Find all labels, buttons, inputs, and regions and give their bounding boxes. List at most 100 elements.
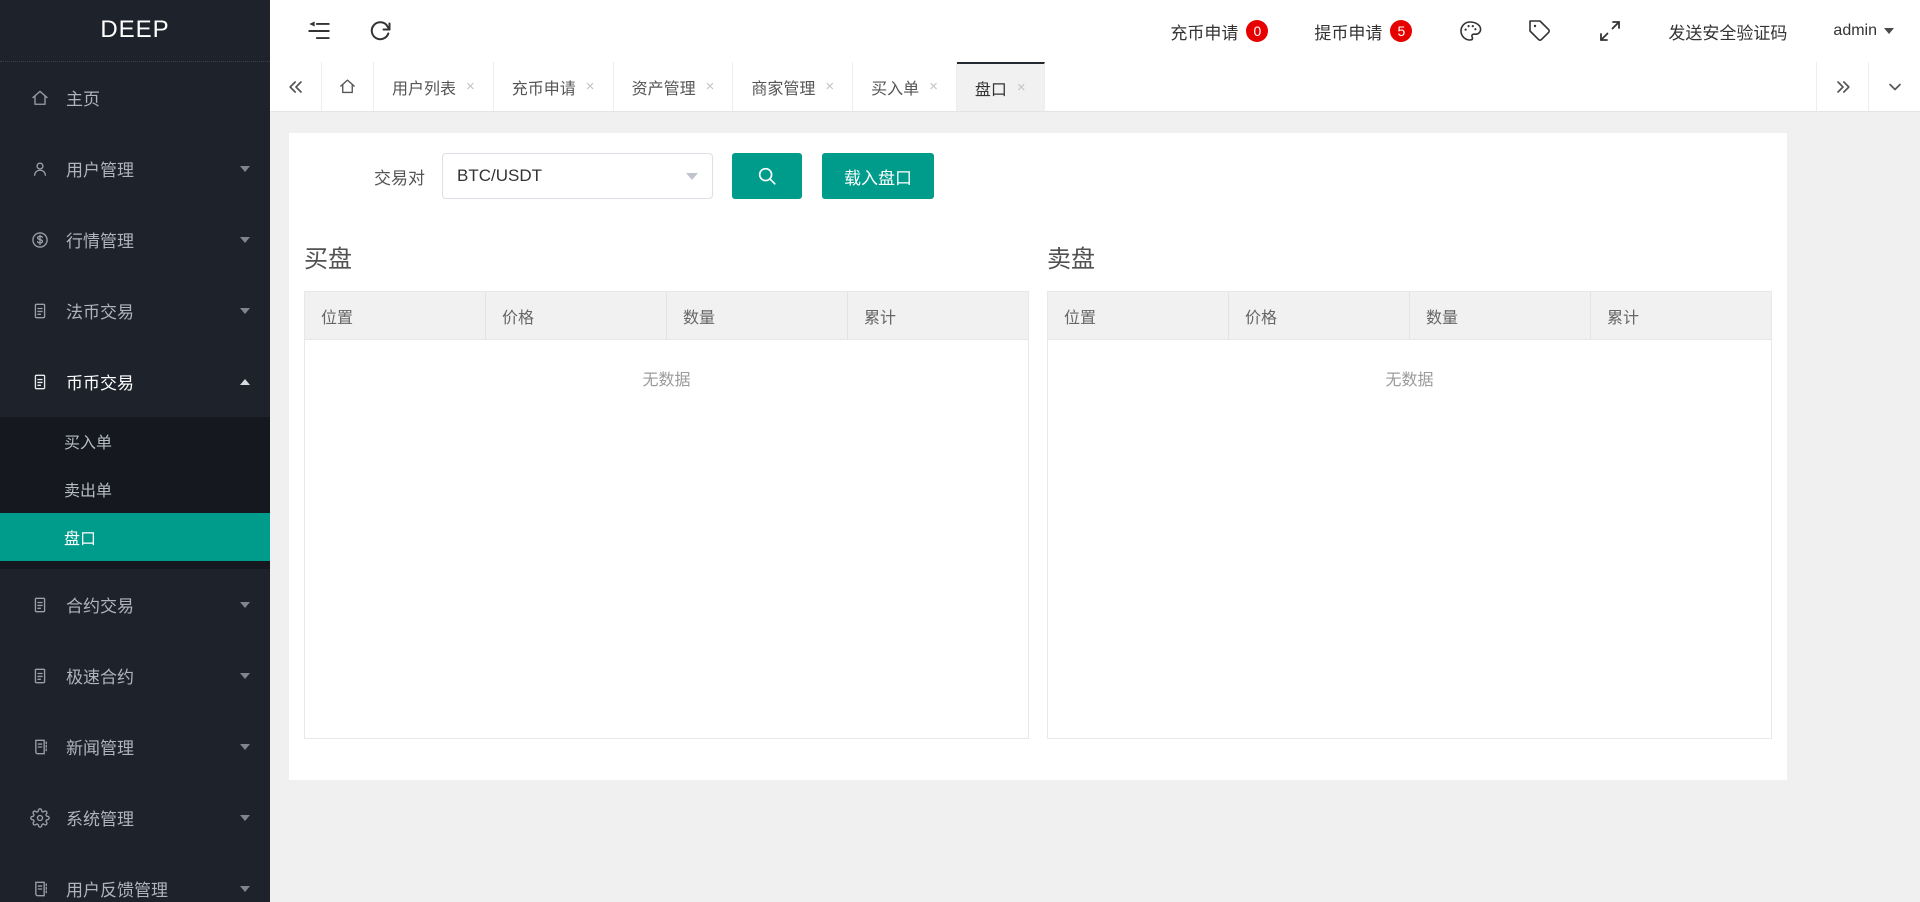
- collapse-sidebar-button[interactable]: [306, 18, 332, 44]
- content-area: 交易对 BTC/USDT 载入盘口 买盘 位置 价格: [270, 112, 1920, 902]
- sidebar-item-label: 合约交易: [66, 592, 240, 617]
- close-icon[interactable]: ×: [1017, 80, 1026, 95]
- tab-deposit-requests[interactable]: 充币申请 ×: [494, 62, 614, 111]
- username-label: admin: [1833, 22, 1877, 40]
- column-header-total: 累计: [1591, 292, 1771, 339]
- buy-panel-title: 买盘: [304, 239, 1029, 274]
- home-icon: [338, 77, 357, 96]
- coin-trade-submenu: 买入单 卖出单 盘口: [0, 417, 270, 569]
- tab-label: 资产管理: [632, 75, 696, 99]
- sell-table: 位置 价格 数量 累计 无数据: [1047, 291, 1772, 739]
- document-icon: [30, 372, 50, 392]
- user-menu[interactable]: admin: [1833, 22, 1894, 40]
- send-security-code-label: 发送安全验证码: [1668, 19, 1787, 44]
- header-right-tools: 充币申请 0 提币申请 5 发送安全验证码 admin: [1124, 19, 1894, 44]
- tab-asset-management[interactable]: 资产管理 ×: [614, 62, 734, 111]
- tab-label: 买入单: [871, 75, 919, 99]
- sidebar-item-quick-contract[interactable]: 极速合约: [0, 640, 270, 711]
- tab-buy-orders[interactable]: 买入单 ×: [853, 62, 957, 111]
- sell-table-header: 位置 价格 数量 累计: [1048, 292, 1771, 340]
- buy-table-empty: 无数据: [305, 340, 1028, 738]
- chevron-down-icon: [240, 815, 250, 821]
- pair-select-value: BTC/USDT: [457, 166, 542, 186]
- palette-icon: [1458, 19, 1482, 43]
- column-header-position: 位置: [1048, 292, 1229, 339]
- submenu-item-label: 盘口: [64, 525, 96, 549]
- buy-table: 位置 价格 数量 累计 无数据: [304, 291, 1029, 739]
- news-icon: [30, 737, 50, 757]
- withdraw-requests-label: 提币申请: [1314, 19, 1382, 44]
- send-security-code-button[interactable]: 发送安全验证码: [1668, 19, 1787, 44]
- sidebar-item-sell-orders[interactable]: 卖出单: [0, 465, 270, 513]
- tab-home[interactable]: [322, 62, 374, 111]
- scroll-tabs-right-button[interactable]: [1816, 62, 1868, 111]
- tag-button[interactable]: [1528, 19, 1552, 43]
- close-icon[interactable]: ×: [706, 79, 715, 94]
- sell-panel-title: 卖盘: [1047, 239, 1772, 274]
- sidebar-item-label: 行情管理: [66, 227, 240, 252]
- tab-merchant-management[interactable]: 商家管理 ×: [733, 62, 853, 111]
- document-icon: [30, 666, 50, 686]
- sidebar-item-contract-trade[interactable]: 合约交易: [0, 569, 270, 640]
- sell-panel: 卖盘 位置 价格 数量 累计 无数据: [1047, 199, 1772, 739]
- orderbook-card: 交易对 BTC/USDT 载入盘口 买盘 位置 价格: [289, 133, 1787, 780]
- tab-bar: 用户列表 × 充币申请 × 资产管理 × 商家管理 × 买入单 × 盘口 ×: [270, 62, 1920, 112]
- tab-orderbook[interactable]: 盘口 ×: [957, 62, 1045, 111]
- sidebar-item-market-management[interactable]: 行情管理: [0, 204, 270, 275]
- buy-table-header: 位置 价格 数量 累计: [305, 292, 1028, 340]
- tab-options-button[interactable]: [1868, 62, 1920, 111]
- close-icon[interactable]: ×: [466, 79, 475, 94]
- chevron-up-icon: [240, 379, 250, 385]
- chevron-down-icon: [686, 173, 698, 180]
- chevron-down-icon: [240, 237, 250, 243]
- sidebar: DEEP 主页 用户管理 行情管理 法币交易: [0, 0, 270, 902]
- app-logo: DEEP: [0, 0, 270, 62]
- theme-button[interactable]: [1458, 19, 1482, 43]
- sidebar-item-coin-trade[interactable]: 币币交易: [0, 346, 270, 417]
- main-column: 充币申请 0 提币申请 5 发送安全验证码 admin: [270, 0, 1920, 902]
- sidebar-item-user-management[interactable]: 用户管理: [0, 133, 270, 204]
- submenu-item-label: 卖出单: [64, 477, 112, 501]
- sidebar-item-home[interactable]: 主页: [0, 62, 270, 133]
- gear-icon: [30, 808, 50, 828]
- close-icon[interactable]: ×: [586, 79, 595, 94]
- sidebar-nav: 主页 用户管理 行情管理 法币交易 币: [0, 62, 270, 902]
- chevron-down-icon: [240, 744, 250, 750]
- dollar-circle-icon: [30, 230, 50, 250]
- close-icon[interactable]: ×: [929, 79, 938, 94]
- column-header-position: 位置: [305, 292, 486, 339]
- pair-select[interactable]: BTC/USDT: [442, 153, 713, 199]
- sidebar-item-system-management[interactable]: 系统管理: [0, 782, 270, 853]
- column-header-price: 价格: [486, 292, 667, 339]
- close-icon[interactable]: ×: [825, 79, 834, 94]
- sidebar-item-label: 用户管理: [66, 156, 240, 181]
- tab-label: 充币申请: [512, 75, 576, 99]
- double-chevron-left-icon: [286, 77, 306, 97]
- search-button[interactable]: [732, 153, 802, 199]
- sidebar-item-label: 用户反馈管理: [66, 876, 240, 901]
- sidebar-item-label: 币币交易: [66, 369, 240, 394]
- sidebar-item-user-feedback[interactable]: 用户反馈管理: [0, 853, 270, 902]
- submenu-item-label: 买入单: [64, 429, 112, 453]
- tab-user-list[interactable]: 用户列表 ×: [374, 62, 494, 111]
- search-icon: [756, 165, 778, 187]
- deposit-requests-link[interactable]: 充币申请 0: [1170, 19, 1268, 44]
- chevron-down-icon: [1885, 77, 1905, 97]
- load-orderbook-button[interactable]: 载入盘口: [822, 153, 934, 199]
- filter-row: 交易对 BTC/USDT 载入盘口: [304, 153, 1772, 199]
- column-header-total: 累计: [848, 292, 1028, 339]
- sidebar-item-orderbook[interactable]: 盘口: [0, 513, 270, 561]
- chevron-down-icon: [240, 166, 250, 172]
- buy-panel: 买盘 位置 价格 数量 累计 无数据: [304, 199, 1029, 739]
- sidebar-item-label: 主页: [66, 85, 250, 110]
- scroll-tabs-left-button[interactable]: [270, 62, 322, 111]
- chevron-down-icon: [240, 886, 250, 892]
- fullscreen-button[interactable]: [1598, 19, 1622, 43]
- withdraw-requests-link[interactable]: 提币申请 5: [1314, 19, 1412, 44]
- refresh-button[interactable]: [368, 19, 392, 43]
- sidebar-item-label: 法币交易: [66, 298, 240, 323]
- sidebar-item-label: 系统管理: [66, 805, 240, 830]
- sidebar-item-fiat-trade[interactable]: 法币交易: [0, 275, 270, 346]
- sidebar-item-buy-orders[interactable]: 买入单: [0, 417, 270, 465]
- sidebar-item-news-management[interactable]: 新闻管理: [0, 711, 270, 782]
